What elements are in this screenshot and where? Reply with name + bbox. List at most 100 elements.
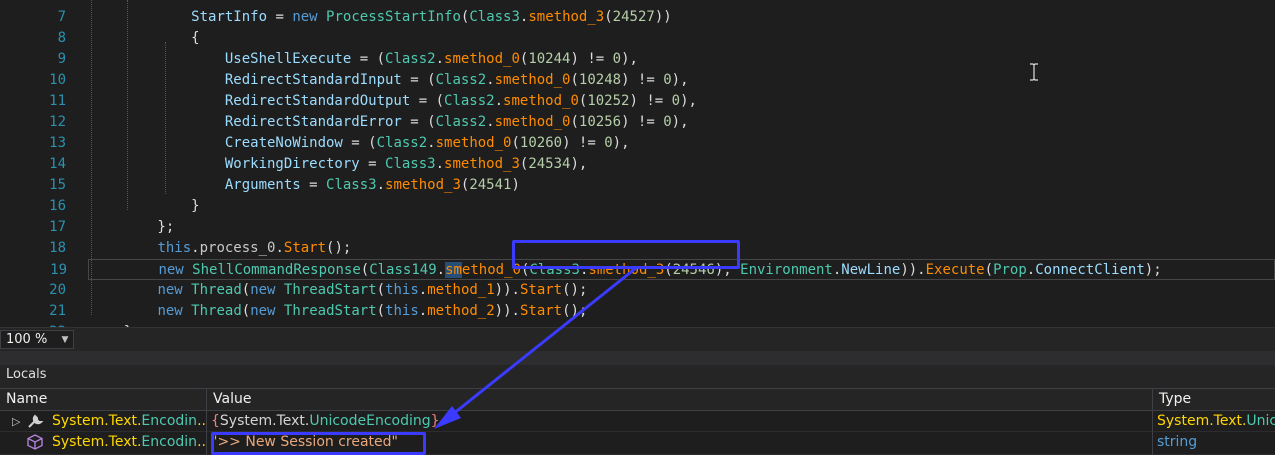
variable-name: System.Text.Encodin... — [52, 411, 206, 432]
code-line[interactable]: 11 RedirectStandardOutput = (Class2.smet… — [0, 91, 1275, 112]
code-token: (); — [562, 303, 588, 319]
line-number: 21 — [49, 303, 66, 319]
cube-icon — [27, 434, 43, 450]
code-line-current[interactable]: 19 new ShellCommandResponse(Class149.sme… — [50, 259, 1275, 281]
code-text: new Thread(new ThreadStart(this.method_2… — [90, 301, 587, 322]
column-header-name[interactable]: Name — [0, 389, 207, 410]
table-row[interactable]: ▷ System.Text.Encodin... {System.Text.Un… — [0, 411, 1275, 432]
column-header-value[interactable]: Value — [207, 389, 1153, 410]
line-number: 18 — [49, 240, 66, 256]
code-token: method_2 — [427, 303, 495, 319]
code-text: } — [90, 196, 199, 217]
panel-splitter[interactable] — [0, 351, 1275, 365]
code-line[interactable]: 21 new Thread(new ThreadStart(this.metho… — [0, 301, 1275, 322]
code-line[interactable]: 8 { — [0, 28, 1275, 49]
variable-value: ">> New Session created" — [211, 434, 398, 450]
code-line[interactable]: 14 WorkingDirectory = Class3.smethod_3(2… — [0, 154, 1275, 175]
code-token: Thread — [191, 303, 242, 319]
code-token: RedirectStandardInput — [224, 72, 402, 88]
code-token: smethod_0 — [494, 72, 571, 88]
code-token: ( — [664, 262, 673, 278]
name-highlight: Encodin — [141, 413, 198, 429]
zoom-dropdown[interactable]: 100 % ▼ — [0, 330, 74, 349]
code-token: Start — [283, 240, 327, 256]
code-text: new ShellCommandResponse(Class149.smetho… — [91, 260, 1162, 281]
code-token: ), — [671, 114, 689, 130]
name-ellipsis: ... — [197, 413, 206, 429]
code-line[interactable]: 17 }; — [0, 217, 1275, 238]
cell-name: ▷ System.Text.Encodin... — [0, 411, 207, 432]
code-line[interactable]: 13 CreateNoWindow = (Class2.smethod_0(10… — [0, 133, 1275, 154]
code-token: = ( — [401, 72, 436, 88]
code-text: }; — [90, 217, 174, 238]
code-line[interactable]: 12 RedirectStandardError = (Class2.smeth… — [0, 112, 1275, 133]
code-token: new — [250, 303, 276, 319]
code-token: CreateNoWindow — [224, 135, 343, 151]
code-line[interactable]: 18 this.process_0.Start(); — [0, 238, 1275, 259]
type-namespace: System.Text. — [1157, 413, 1247, 429]
code-token: 0 — [604, 135, 613, 151]
panel-title: Locals — [6, 367, 47, 382]
value-class: UnicodeEncoding — [309, 413, 431, 429]
code-text: new Thread(new ThreadStart(this.method_1… — [90, 280, 587, 301]
code-token: ), — [612, 135, 630, 151]
wrench-icon — [28, 414, 44, 428]
code-token: . — [494, 93, 504, 109]
cell-type: string — [1153, 432, 1275, 455]
code-token: ); — [1144, 262, 1162, 278]
table-row[interactable]: System.Text.Encodin... ">> New Session c… — [0, 432, 1275, 455]
code-token: smethod_0 — [494, 114, 571, 130]
cell-value[interactable]: {System.Text.UnicodeEncoding} — [207, 411, 1153, 432]
code-text: RedirectStandardInput = (Class2.smethod_… — [90, 70, 689, 91]
code-line[interactable]: 9 UseShellExecute = (Class2.smethod_0(10… — [0, 49, 1275, 70]
code-token: (); — [562, 282, 588, 298]
code-token: ( — [984, 262, 994, 278]
column-header-label: Type — [1159, 391, 1192, 407]
code-text: WorkingDirectory = Class3.smethod_3(2453… — [90, 154, 587, 175]
code-line[interactable]: 15 Arguments = Class3.smethod_3(24541) — [0, 175, 1275, 196]
code-token: ( — [570, 72, 579, 88]
value-brace-open: { — [211, 413, 220, 429]
code-token: ConnectClient — [1035, 262, 1145, 278]
code-token: new — [158, 262, 184, 278]
code-token: 24541 — [469, 177, 512, 193]
code-token: ( — [241, 282, 251, 298]
code-token: ThreadStart — [283, 282, 377, 298]
code-token: smethod_3 — [444, 156, 520, 172]
code-token: ( — [360, 262, 370, 278]
code-editor[interactable]: 7 StartInfo = new ProcessStartInfo(Class… — [0, 0, 1275, 327]
chevron-down-icon[interactable]: ▼ — [58, 335, 72, 345]
cell-name: System.Text.Encodin... — [0, 432, 207, 455]
code-line[interactable]: 16 } — [0, 196, 1275, 217]
code-token: 0 — [612, 51, 622, 67]
locals-panel: Locals Name Value Type ▷ System.Text.Enc… — [0, 365, 1275, 455]
column-header-type[interactable]: Type — [1153, 389, 1275, 410]
code-token: (); — [326, 240, 352, 256]
code-token: ) != — [562, 135, 605, 151]
line-number: 7 — [57, 9, 66, 25]
expand-triangle-icon[interactable]: ▷ — [12, 411, 20, 432]
code-token: ) — [511, 177, 520, 193]
line-number: 9 — [57, 51, 66, 67]
code-token: ( — [570, 114, 579, 130]
code-text: RedirectStandardError = (Class2.smethod_… — [90, 112, 689, 133]
code-text: RedirectStandardOutput = (Class2.smethod… — [90, 91, 697, 112]
code-token: WorkingDirectory — [224, 156, 360, 172]
cell-value[interactable]: ">> New Session created" — [207, 432, 1153, 455]
code-token: . — [436, 262, 446, 278]
code-text: { — [90, 28, 199, 49]
code-line[interactable]: 10 RedirectStandardInput = (Class2.smeth… — [0, 70, 1275, 91]
value-brace-close: } — [430, 413, 440, 429]
code-line[interactable]: 20 new Thread(new ThreadStart(this.metho… — [0, 280, 1275, 301]
code-token: . — [191, 240, 200, 256]
code-token: ), — [714, 262, 741, 278]
code-line[interactable]: 7 StartInfo = new ProcessStartInfo (Class… — [0, 7, 1275, 28]
variable-value: {System.Text.UnicodeEncoding} — [211, 411, 440, 432]
code-token: Class149 — [369, 262, 437, 278]
line-number: 13 — [49, 135, 66, 151]
